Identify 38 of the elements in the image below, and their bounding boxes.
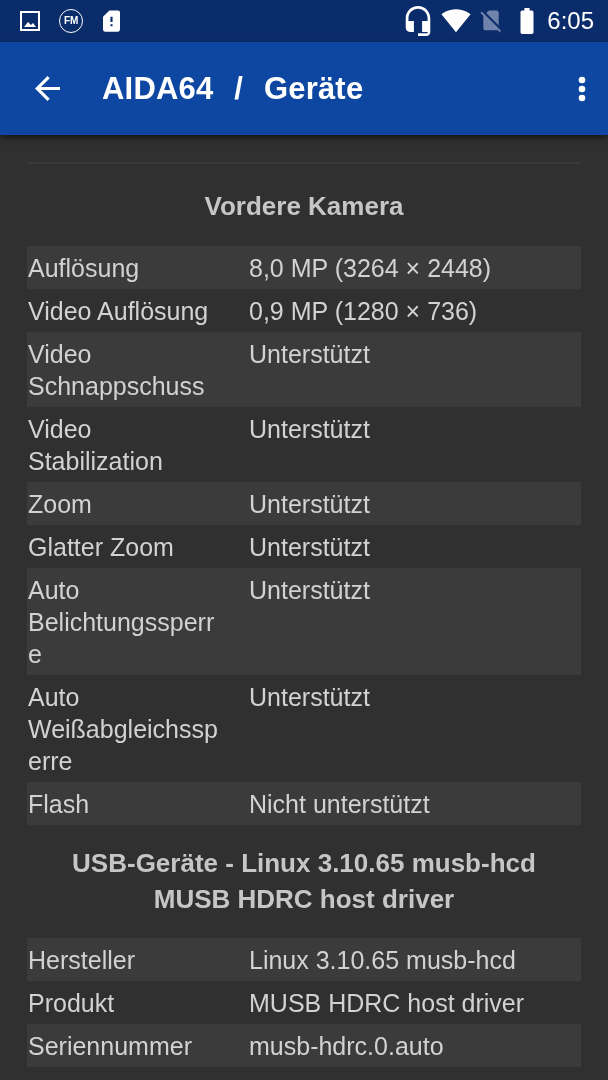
property-label: Zoom (27, 488, 93, 520)
battery-icon (519, 8, 536, 34)
section-heading: USB-Geräte - Linux 3.10.65 musb-hcd MUSB HDRC host driver (71, 847, 537, 916)
property-label: Auflösung (27, 252, 141, 284)
property-label: Seriennummer (27, 1030, 193, 1062)
property-label: Glatter Zoom (27, 531, 175, 563)
property-value: Unterstützt (249, 681, 371, 713)
property-label: Video Stabilization (27, 413, 164, 477)
property-label: Flash (27, 788, 91, 820)
no-sim-icon (480, 8, 503, 34)
property-value: Unterstützt (249, 574, 371, 606)
image-icon (20, 11, 40, 31)
wifi-icon (441, 9, 472, 33)
property-value: Nicht unterstützt (249, 788, 431, 820)
property-value: Unterstützt (249, 531, 371, 563)
property-label: Auto Belichtungssperre (27, 574, 216, 670)
property-value: musb-hdrc.0.auto (249, 1030, 445, 1062)
property-label: Video Auflösung (27, 295, 210, 327)
property-label: Auto Weißabgleichssperre (27, 681, 219, 777)
headset-icon (404, 6, 433, 36)
property-value: MUSB HDRC host driver (249, 987, 526, 1019)
property-value: Unterstützt (249, 338, 371, 370)
app-bar-title: AIDA64 / Geräte (102, 70, 364, 107)
sd-card-alert-icon (103, 9, 120, 33)
property-label: Produkt (27, 987, 116, 1019)
section-heading: Vordere Kamera (203, 190, 405, 223)
property-label: Hersteller (27, 944, 136, 976)
property-value: 8,0 MP (3264 × 2448) (249, 252, 493, 284)
property-label: Video Schnappschuss (27, 338, 206, 402)
property-value: Unterstützt (249, 488, 371, 520)
back-button[interactable] (33, 76, 62, 101)
property-value: Linux 3.10.65 musb-hcd (249, 944, 517, 976)
property-value: Unterstützt (249, 413, 371, 445)
more-options-button[interactable] (578, 75, 586, 102)
status-time: 6:05 (547, 7, 594, 35)
property-value: 0,9 MP (1280 × 736) (249, 295, 479, 327)
back-arrow-icon (33, 76, 62, 101)
more-options-icon (578, 75, 586, 102)
